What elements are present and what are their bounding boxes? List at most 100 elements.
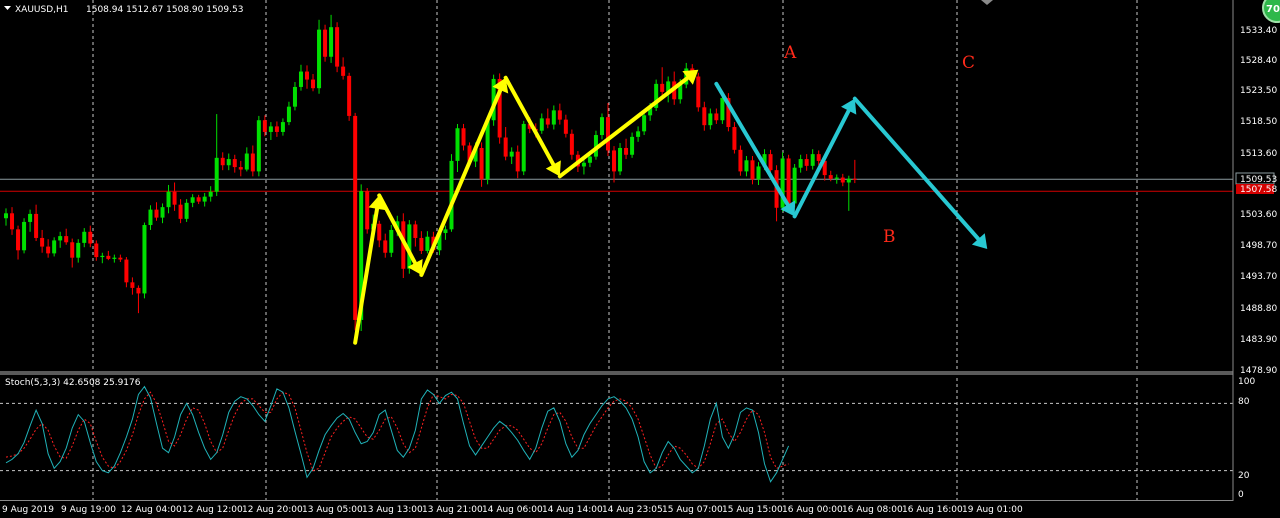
candle-body: [274, 126, 279, 132]
candle-body: [88, 231, 93, 244]
candle-body: [365, 191, 370, 230]
candle-body: [184, 202, 189, 219]
candle-body: [714, 113, 719, 121]
candle-body: [557, 110, 562, 120]
candle-body: [311, 79, 316, 89]
candle-body: [413, 224, 418, 238]
candle-body: [118, 257, 123, 260]
candle-body: [798, 159, 803, 168]
candle-body: [329, 27, 334, 57]
candle-body: [419, 237, 424, 251]
candle-body: [581, 162, 586, 167]
candle-body: [70, 242, 75, 258]
candle-body: [732, 127, 737, 150]
panel-separator[interactable]: [0, 371, 1233, 375]
candle-body: [10, 213, 15, 230]
candle-body: [94, 243, 99, 258]
candle-body: [587, 156, 592, 163]
ohlc-values: 1508.94 1512.67 1508.90 1509.53: [86, 5, 243, 15]
time-tick: 12 Aug 04:00: [121, 505, 182, 515]
time-tick: 14 Aug 23:05: [602, 505, 663, 515]
candle-body: [708, 113, 713, 126]
candle-body: [696, 76, 701, 108]
candle-body: [286, 106, 291, 123]
time-tick: 15 Aug 07:00: [662, 505, 723, 515]
candle-body: [353, 115, 358, 320]
candle-body: [64, 236, 69, 243]
candle-body: [636, 131, 641, 137]
candle-body: [786, 158, 791, 204]
time-axis-border: [0, 500, 1233, 501]
time-axis[interactable]: 9 Aug 2019 9 Aug 19:00 12 Aug 04:00 12 A…: [2, 505, 1023, 515]
candle-body: [250, 153, 255, 172]
price-tick: 1503.60: [1240, 210, 1277, 220]
stoch-level-label: 100: [1238, 377, 1255, 387]
price-tick: 1518.50: [1240, 117, 1277, 127]
candle-body: [226, 159, 231, 166]
candle-body: [292, 86, 297, 107]
trading-chart[interactable]: XAUUSD,H1 1508.94 1512.67 1508.90 1509.5…: [0, 0, 1280, 518]
candle-body: [196, 197, 201, 202]
price-tick: 1483.90: [1240, 335, 1277, 345]
candle-body: [82, 231, 87, 243]
candle-body: [238, 167, 243, 170]
time-tick: 16 Aug 16:00: [902, 505, 963, 515]
time-tick: 12 Aug 12:00: [182, 505, 243, 515]
candle-body: [280, 122, 285, 132]
candle-body: [606, 117, 610, 151]
price-tick: 1523.50: [1240, 86, 1277, 96]
candle-body: [244, 153, 249, 170]
candle-body: [214, 157, 219, 192]
time-tick: 14 Aug 14:00: [542, 505, 603, 515]
candle-body: [172, 191, 177, 205]
candle-body: [178, 204, 183, 219]
candle-body: [569, 133, 574, 155]
time-tick: 9 Aug 2019: [2, 505, 54, 515]
candle-body: [22, 221, 27, 251]
candle-body: [40, 237, 45, 247]
candle-body: [810, 154, 815, 166]
candle-body: [4, 213, 8, 219]
candle-body: [262, 120, 267, 132]
price-tick: 1513.60: [1240, 149, 1277, 159]
candle-body: [154, 209, 159, 218]
candle-body: [347, 75, 352, 116]
time-tick: 16 Aug 00:00: [782, 505, 843, 515]
candle-body: [551, 110, 556, 125]
candle-body: [298, 71, 303, 87]
time-tick: 19 Aug 01:00: [962, 505, 1023, 515]
time-tick: 9 Aug 19:00: [61, 505, 116, 515]
candle-body: [545, 118, 550, 125]
candle-body: [768, 154, 773, 171]
price-tick: 1478.90: [1240, 366, 1277, 376]
candle-body: [702, 107, 707, 126]
candle-body: [455, 128, 460, 161]
candle-body: [792, 167, 797, 204]
candle-body: [509, 151, 514, 157]
candle-body: [100, 255, 105, 258]
candle-body: [106, 255, 111, 259]
candle-body: [479, 147, 484, 180]
candle-body: [612, 150, 617, 172]
candle-body: [46, 246, 51, 254]
candle-body: [816, 154, 821, 161]
candle-body: [834, 177, 839, 179]
candle-body: [28, 213, 33, 222]
price-tick: 1493.70: [1240, 272, 1277, 282]
candle-body: [738, 149, 743, 172]
candle-body: [539, 118, 544, 131]
candle-body: [58, 236, 63, 241]
candle-body: [341, 66, 346, 76]
price-tick: 1498.70: [1240, 241, 1277, 251]
price-tick: 1488.80: [1240, 304, 1277, 314]
candle-body: [624, 147, 629, 155]
candle-body: [443, 229, 448, 234]
candle-body: [305, 71, 309, 80]
stoch-level-label: 20: [1238, 471, 1250, 481]
candle-body: [828, 175, 833, 179]
candle-body: [16, 229, 21, 251]
candle-body: [232, 159, 237, 168]
candle-body: [618, 147, 623, 172]
candle-body: [76, 242, 81, 258]
candle-body: [389, 229, 394, 253]
